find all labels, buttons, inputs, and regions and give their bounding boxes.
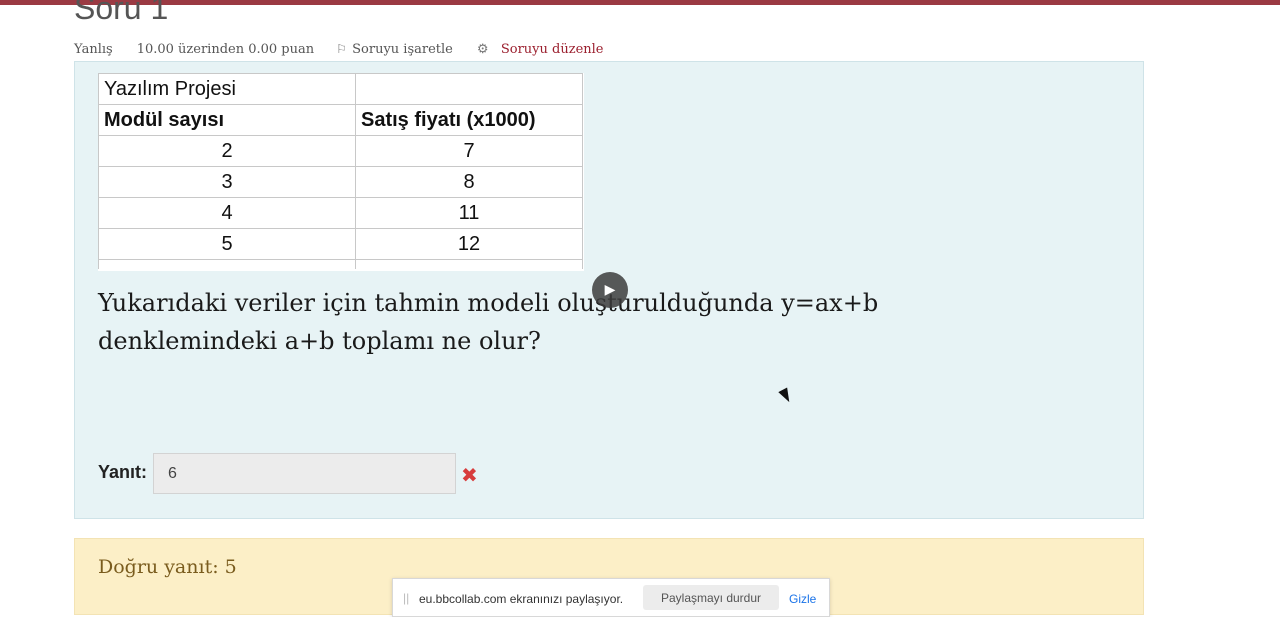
question-info: Yanlış 10.00 üzerinden 0.00 puan ⚐ Soruy… (74, 40, 604, 58)
answer-input[interactable]: 6 (153, 453, 456, 494)
table-cell: 7 (355, 135, 583, 167)
flag-icon: ⚐ (336, 42, 347, 56)
table-cell: 12 (355, 228, 583, 260)
table-header-module-count: Modül sayısı (98, 104, 356, 136)
flag-question-label: Soruyu işaretle (352, 41, 453, 57)
stop-sharing-button[interactable]: Paylaşmayı durdur (643, 585, 779, 610)
cross-icon: ✖ (461, 463, 478, 487)
table-header-sale-price: Satış fiyatı (x1000) (355, 104, 583, 136)
play-icon[interactable]: ▶ (592, 272, 628, 308)
gear-icon: ⚙ (476, 41, 489, 57)
table-title-cell: Yazılım Projesi (98, 73, 356, 105)
table-cell: 11 (355, 197, 583, 229)
drag-handle-icon[interactable]: || (403, 591, 409, 605)
data-table: Yazılım Projesi Modül sayısı Satış fiyat… (98, 73, 583, 269)
table-cell: 5 (98, 228, 356, 260)
top-accent-bar (0, 0, 1280, 5)
correct-answer-text: Doğru yanıt: 5 (98, 556, 237, 578)
table-cell: 3 (98, 166, 356, 198)
screen-share-bar: || eu.bbcollab.com ekranınızı paylaşıyor… (392, 578, 830, 617)
question-title: Soru 1 (74, 0, 169, 26)
table-cell: 2 (98, 135, 356, 167)
table-cell: 8 (355, 166, 583, 198)
edit-question-label: Soruyu düzenle (500, 41, 604, 57)
answer-label: Yanıt: (98, 462, 148, 482)
question-text: Yukarıdaki veriler için tahmin modeli ol… (98, 289, 879, 355)
table-row: 4 11 (98, 197, 583, 229)
table-row-cutoff (98, 259, 583, 269)
edit-question-link[interactable]: ⚙ Soruyu düzenle (477, 42, 604, 57)
table-row: 5 12 (98, 228, 583, 260)
hide-button[interactable]: Gizle (789, 592, 816, 606)
flag-question-link[interactable]: ⚐ Soruyu işaretle (336, 42, 453, 57)
share-message: eu.bbcollab.com ekranınızı paylaşıyor. (419, 592, 624, 606)
table-cell: 4 (98, 197, 356, 229)
table-row: 2 7 (98, 135, 583, 167)
question-grade: 10.00 üzerinden 0.00 puan (136, 41, 315, 57)
table-row: 3 8 (98, 166, 583, 198)
question-status: Yanlış (74, 41, 113, 57)
data-table-image: Yazılım Projesi Modül sayısı Satış fiyat… (98, 73, 584, 271)
table-empty-cell (355, 73, 583, 105)
